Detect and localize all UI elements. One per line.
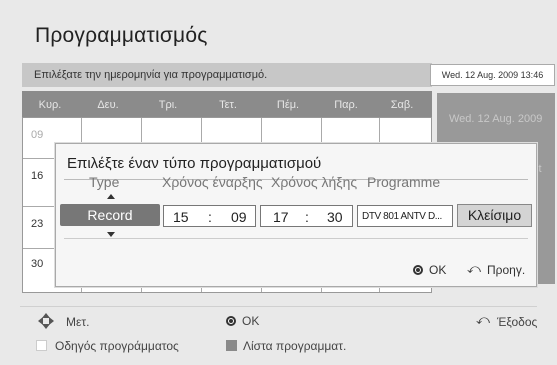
type-down-arrow-icon[interactable]	[107, 232, 115, 237]
ok-button-icon	[413, 265, 423, 275]
start-time-field[interactable]: 15 : 09	[163, 205, 256, 227]
end-hour[interactable]: 17	[273, 209, 289, 225]
day-header-tue: Τρι.	[158, 99, 178, 111]
programme-column-header: Programme	[367, 174, 441, 190]
datetime-text: Wed. 12 Aug. 2009 13:46	[441, 70, 544, 80]
day-header-sat: Σαβ.	[390, 99, 414, 111]
guide-label[interactable]: Οδηγός προγράμματος	[55, 339, 179, 353]
divider	[64, 238, 528, 239]
exit-label[interactable]: Έξοδος	[497, 315, 537, 329]
start-hour[interactable]: 15	[173, 209, 189, 225]
type-column-header: Type	[89, 174, 120, 190]
close-button[interactable]: Κλείσιμο	[457, 204, 532, 227]
start-minute[interactable]: 09	[231, 209, 247, 225]
divider	[20, 306, 537, 307]
day-header-fri: Παρ.	[334, 99, 358, 111]
move-arrows-icon	[38, 313, 54, 329]
calendar-header: Κυρ. Δευ. Τρι. Τετ. Πέμ. Παρ. Σαβ.	[22, 91, 432, 117]
end-minute[interactable]: 30	[327, 209, 343, 225]
footer-ok-label: OK	[242, 314, 260, 328]
ok-icon	[226, 316, 236, 326]
programme-value: DTV 801 ANTV D...	[362, 211, 442, 222]
calendar-day[interactable]: 09	[31, 129, 43, 141]
exit-icon: ⤺	[476, 312, 490, 327]
list-key-icon	[226, 340, 237, 351]
list-label[interactable]: Λίστα προγραμματ.	[243, 339, 346, 353]
current-datetime: Wed. 12 Aug. 2009 13:46	[430, 64, 555, 86]
page-title: Προγραμματισμός	[35, 24, 208, 47]
prev-label[interactable]: Προηγ.	[487, 263, 525, 277]
dialog-title: Επιλέξτε έναν τύπο προγραμματισμού	[67, 155, 322, 172]
start-time-column-header: Χρόνος έναρξης	[162, 174, 263, 190]
day-header-thu: Πέμ.	[276, 99, 300, 111]
day-header-sun: Κυρ.	[38, 99, 62, 111]
end-time-field[interactable]: 17 : 30	[260, 205, 353, 227]
end-time-column-header: Χρόνος λήξης	[271, 174, 358, 190]
type-up-arrow-icon[interactable]	[107, 194, 115, 199]
schedule-type-dialog: Επιλέξτε έναν τύπο προγραμματισμού Type …	[55, 143, 537, 287]
time-separator: :	[305, 209, 309, 225]
back-arrow-icon: ⤺	[467, 261, 481, 276]
move-label: Μετ.	[66, 315, 90, 329]
calendar-day[interactable]: 30	[31, 258, 43, 270]
calendar-day[interactable]: 23	[31, 218, 43, 230]
type-select[interactable]: Record	[60, 204, 160, 226]
day-header-wed: Τετ.	[219, 99, 237, 111]
guide-key-icon	[36, 340, 47, 351]
scheduler-screen: Προγραμματισμός Επιλέξατε την ημερομηνία…	[0, 0, 557, 365]
ok-label[interactable]: OK	[429, 263, 446, 277]
calendar-day[interactable]: 16	[31, 170, 43, 182]
programme-field[interactable]: DTV 801 ANTV D...	[357, 205, 453, 227]
day-header-mon: Δευ.	[97, 99, 119, 111]
time-separator: :	[208, 209, 212, 225]
instruction-text: Επιλέξατε την ημερομηνία για προγραμματι…	[34, 69, 268, 81]
instruction-bar: Επιλέξατε την ημερομηνία για προγραμματι…	[22, 63, 432, 87]
panel-date: Wed. 12 Aug. 2009	[449, 113, 543, 125]
